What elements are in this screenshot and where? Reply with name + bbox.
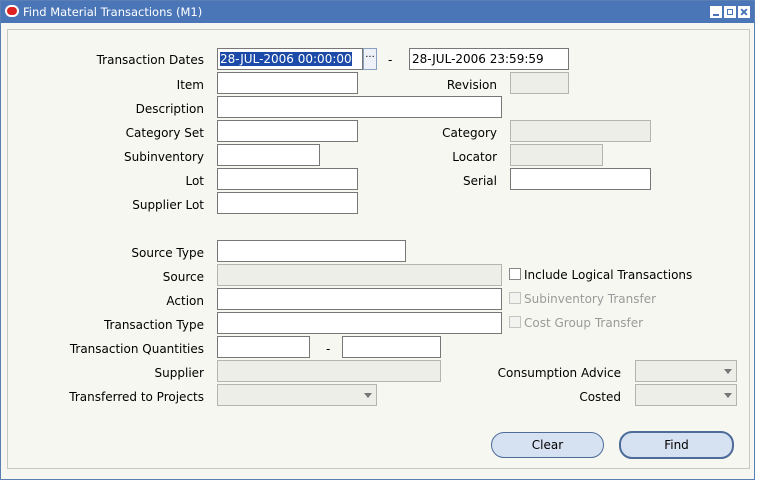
serial-label: Serial [463, 174, 497, 188]
minimize-icon[interactable] [710, 6, 722, 18]
include-logical-transactions-label: Include Logical Transactions [524, 268, 693, 282]
oracle-app-icon [5, 5, 19, 17]
transaction-date-from-value: 28-JUL-2006 00:00:00 [220, 52, 352, 66]
revision-field [510, 72, 569, 94]
transaction-type-label: Transaction Type [103, 318, 204, 332]
description-field[interactable] [217, 96, 502, 118]
quantity-to-field[interactable] [342, 336, 441, 358]
chevron-down-icon [724, 393, 732, 398]
subinventory-transfer-checkbox: Subinventory Transfer [509, 292, 656, 306]
category-label: Category [442, 126, 497, 140]
transferred-to-projects-label: Transferred to Projects [69, 390, 204, 404]
item-field[interactable] [217, 72, 358, 94]
source-field [217, 264, 502, 286]
window-title: Find Material Transactions (M1) [23, 5, 203, 19]
checkbox-box [509, 268, 521, 280]
source-type-field[interactable] [217, 240, 406, 262]
subinventory-field[interactable] [217, 144, 320, 166]
serial-field[interactable] [510, 168, 651, 190]
subinventory-label: Subinventory [124, 150, 204, 164]
date-range-separator: - [388, 53, 393, 67]
supplier-label: Supplier [154, 366, 204, 380]
maximize-icon[interactable] [724, 6, 736, 18]
transaction-type-field[interactable] [217, 312, 502, 334]
find-button[interactable]: Find [619, 431, 734, 459]
subinventory-transfer-label: Subinventory Transfer [524, 292, 657, 306]
supplier-lot-label: Supplier Lot [132, 198, 204, 212]
checkbox-box [509, 316, 521, 328]
locator-field [510, 144, 603, 166]
item-label: Item [176, 78, 204, 92]
source-type-label: Source Type [131, 246, 204, 260]
lot-field[interactable] [217, 168, 358, 190]
supplier-field [217, 360, 441, 382]
checkbox-box [509, 292, 521, 304]
chevron-down-icon [364, 393, 372, 398]
transaction-quantities-label: Transaction Quantities [69, 342, 204, 356]
cost-group-transfer-checkbox: Cost Group Transfer [509, 316, 643, 330]
transferred-to-projects-select[interactable] [217, 384, 377, 406]
source-label: Source [162, 270, 204, 284]
supplier-lot-field[interactable] [217, 192, 358, 214]
category-set-label: Category Set [125, 126, 204, 140]
chevron-down-icon [724, 369, 732, 374]
locator-label: Locator [452, 150, 497, 164]
quantity-from-field[interactable] [217, 336, 310, 358]
find-material-transactions-window: Find Material Transactions (M1) Transact… [0, 0, 755, 480]
clear-button[interactable]: Clear [491, 432, 604, 458]
quantity-range-separator: - [326, 342, 331, 356]
transaction-date-to-value: 28-JUL-2006 23:59:59 [412, 52, 544, 66]
include-logical-transactions-checkbox[interactable]: Include Logical Transactions [509, 268, 692, 282]
transaction-dates-label: Transaction Dates [96, 53, 204, 67]
costed-select[interactable] [635, 384, 737, 406]
description-label: Description [135, 102, 204, 116]
close-icon[interactable] [738, 6, 750, 18]
category-field [510, 120, 651, 142]
costed-label: Costed [579, 390, 621, 404]
transaction-date-to-field[interactable]: 28-JUL-2006 23:59:59 [409, 48, 569, 70]
category-set-field[interactable] [217, 120, 358, 142]
title-bar: Find Material Transactions (M1) [1, 1, 754, 23]
transaction-date-from-field[interactable]: 28-JUL-2006 00:00:00 [217, 48, 363, 70]
cost-group-transfer-label: Cost Group Transfer [524, 316, 644, 330]
action-label: Action [166, 294, 204, 308]
consumption-advice-label: Consumption Advice [497, 366, 621, 380]
action-field[interactable] [217, 288, 502, 310]
date-lov-button[interactable]: ··· [363, 48, 377, 70]
lot-label: Lot [185, 174, 204, 188]
revision-label: Revision [446, 78, 497, 92]
consumption-advice-select[interactable] [635, 360, 737, 382]
